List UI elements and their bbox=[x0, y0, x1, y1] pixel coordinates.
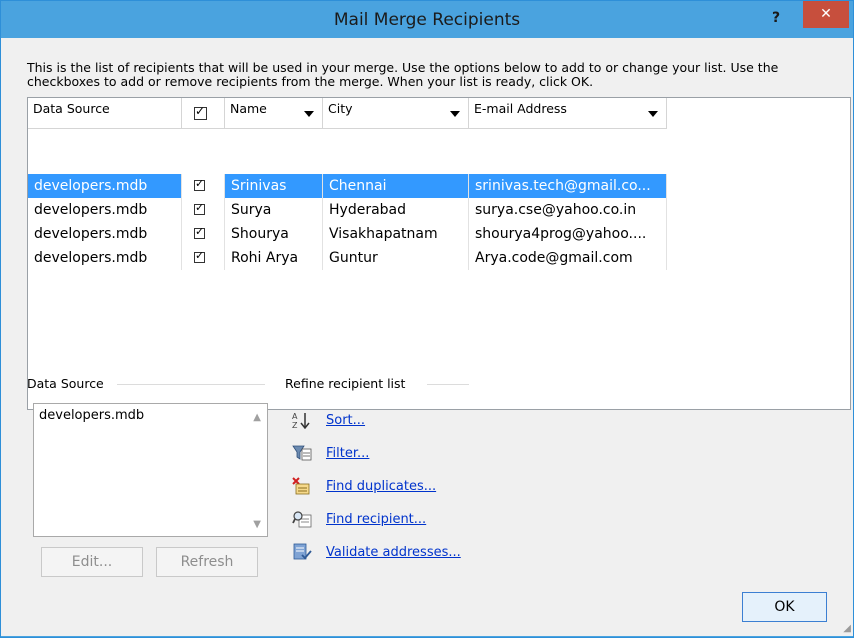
column-header-email-label: E-mail Address bbox=[474, 101, 567, 116]
ok-button[interactable]: OK bbox=[742, 592, 827, 622]
data-source-list[interactable]: developers.mdb ▲ ▼ bbox=[33, 403, 268, 537]
filter-icon bbox=[292, 444, 312, 462]
cell-data-source: developers.mdb bbox=[28, 174, 182, 198]
column-header-data-source[interactable]: Data Source bbox=[28, 98, 182, 128]
column-header-email[interactable]: E-mail Address bbox=[469, 98, 667, 128]
table-row[interactable]: developers.mdb Shourya Visakhapatnam sho… bbox=[28, 222, 667, 246]
checkbox-checked-icon[interactable] bbox=[194, 225, 205, 239]
validate-addresses-icon bbox=[292, 543, 312, 561]
filter-link[interactable]: Filter... bbox=[292, 443, 369, 463]
dialog-title: Mail Merge Recipients bbox=[333, 10, 521, 30]
data-source-divider bbox=[117, 384, 265, 385]
include-checkbox[interactable] bbox=[182, 222, 225, 246]
scroll-up-icon[interactable]: ▲ bbox=[253, 412, 261, 423]
find-duplicates-icon bbox=[292, 477, 312, 495]
column-header-name-label: Name bbox=[230, 101, 267, 116]
checkbox-checked-icon[interactable] bbox=[194, 201, 205, 215]
instructions-text: This is the list of recipients that will… bbox=[27, 60, 779, 89]
grid-header: Data Source Name City E-mail Address bbox=[28, 98, 667, 129]
close-button[interactable]: ✕ bbox=[803, 1, 849, 28]
cell-name: Srinivas bbox=[225, 174, 323, 198]
include-checkbox[interactable] bbox=[182, 174, 225, 198]
title-bar: Mail Merge Recipients ? ✕ bbox=[1, 1, 853, 39]
find-recipient-link-label[interactable]: Find recipient... bbox=[326, 512, 426, 527]
column-header-data-source-label: Data Source bbox=[33, 101, 110, 116]
refine-section-label: Refine recipient list bbox=[285, 376, 406, 391]
dialog-client-area: This is the list of recipients that will… bbox=[1, 38, 853, 636]
cell-email: srinivas.tech@gmail.co... bbox=[469, 174, 667, 198]
resize-grip-icon[interactable]: ◢ bbox=[843, 623, 851, 634]
column-header-name[interactable]: Name bbox=[225, 98, 323, 128]
validate-addresses-link-label[interactable]: Validate addresses... bbox=[326, 545, 461, 560]
sort-link-label[interactable]: Sort... bbox=[326, 413, 365, 428]
cell-name: Rohi Arya bbox=[225, 246, 323, 270]
edit-button[interactable]: Edit... bbox=[41, 547, 143, 577]
table-row[interactable]: developers.mdb Srinivas Chennai srinivas… bbox=[28, 174, 667, 198]
refresh-button[interactable]: Refresh bbox=[156, 547, 258, 577]
include-checkbox[interactable] bbox=[182, 246, 225, 270]
cell-data-source: developers.mdb bbox=[28, 246, 182, 270]
validate-addresses-link[interactable]: Validate addresses... bbox=[292, 542, 461, 562]
cell-city: Visakhapatnam bbox=[323, 222, 469, 246]
list-item[interactable]: developers.mdb bbox=[39, 408, 267, 423]
filter-link-label[interactable]: Filter... bbox=[326, 446, 369, 461]
recipient-grid[interactable]: Data Source Name City E-mail Address dev… bbox=[27, 97, 851, 410]
find-duplicates-link-label[interactable]: Find duplicates... bbox=[326, 479, 436, 494]
svg-text:Z: Z bbox=[292, 421, 298, 429]
cell-email: Arya.code@gmail.com bbox=[469, 246, 667, 270]
city-dropdown-arrow-icon[interactable] bbox=[450, 111, 460, 117]
cell-city: Chennai bbox=[323, 174, 469, 198]
cell-email: shourya4prog@yahoo.... bbox=[469, 222, 667, 246]
checkbox-checked-icon[interactable] bbox=[194, 177, 205, 191]
name-dropdown-arrow-icon[interactable] bbox=[304, 111, 314, 117]
column-header-city-label: City bbox=[328, 101, 353, 116]
sort-az-icon: AZ bbox=[292, 411, 312, 430]
find-duplicates-link[interactable]: Find duplicates... bbox=[292, 476, 436, 496]
cell-email: surya.cse@yahoo.co.in bbox=[469, 198, 667, 222]
cell-city: Hyderabad bbox=[323, 198, 469, 222]
cell-data-source: developers.mdb bbox=[28, 198, 182, 222]
column-header-city[interactable]: City bbox=[323, 98, 469, 128]
help-button[interactable]: ? bbox=[763, 7, 789, 29]
cell-name: Surya bbox=[225, 198, 323, 222]
scroll-down-icon[interactable]: ▼ bbox=[253, 519, 261, 530]
svg-text:A: A bbox=[292, 412, 298, 421]
cell-name: Shourya bbox=[225, 222, 323, 246]
refine-divider bbox=[427, 384, 469, 385]
find-recipient-icon bbox=[292, 510, 312, 528]
data-source-section-label: Data Source bbox=[27, 376, 104, 391]
checkbox-checked-icon[interactable] bbox=[194, 249, 205, 263]
email-dropdown-arrow-icon[interactable] bbox=[648, 111, 658, 117]
sort-link[interactable]: AZ Sort... bbox=[292, 410, 365, 430]
table-row[interactable]: developers.mdb Surya Hyderabad surya.cse… bbox=[28, 198, 667, 222]
find-recipient-link[interactable]: Find recipient... bbox=[292, 509, 426, 529]
select-all-checkbox[interactable] bbox=[194, 104, 207, 120]
column-header-checkbox[interactable] bbox=[182, 98, 225, 128]
table-row[interactable]: developers.mdb Rohi Arya Guntur Arya.cod… bbox=[28, 246, 667, 270]
include-checkbox[interactable] bbox=[182, 198, 225, 222]
cell-data-source: developers.mdb bbox=[28, 222, 182, 246]
cell-city: Guntur bbox=[323, 246, 469, 270]
